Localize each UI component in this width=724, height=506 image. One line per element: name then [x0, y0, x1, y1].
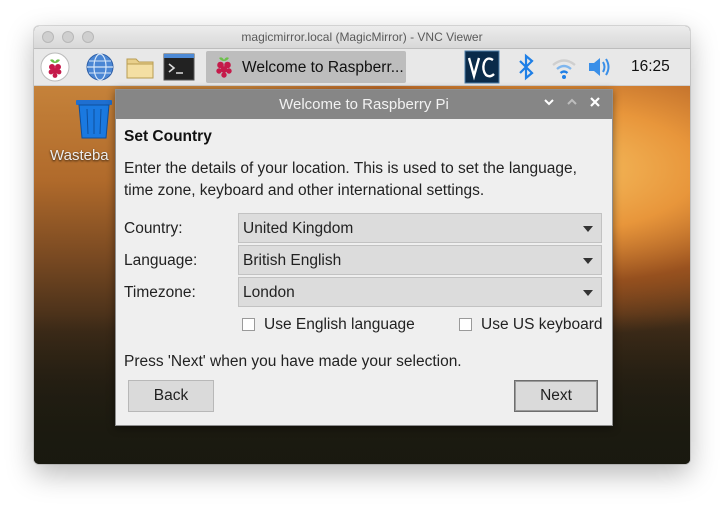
selection-hint: Press 'Next' when you have made your sel… [124, 353, 462, 370]
next-button[interactable]: Next [514, 380, 598, 412]
timezone-value: London [243, 284, 295, 301]
country-label: Country: [124, 220, 183, 237]
raspberry-app-icon [210, 53, 238, 86]
volume-icon[interactable] [586, 52, 614, 82]
use-us-keyboard-checkbox[interactable]: Use US keyboard [459, 316, 605, 336]
wifi-icon[interactable] [550, 52, 578, 82]
dialog-title: Welcome to Raspberry Pi [279, 96, 449, 113]
web-browser-icon[interactable] [84, 52, 116, 82]
chevron-up-icon[interactable] [563, 95, 581, 113]
timezone-select[interactable]: London [238, 277, 602, 307]
use-us-keyboard-label[interactable]: Use US keyboard [481, 316, 602, 334]
dropdown-arrow-icon [583, 258, 593, 264]
page-title: Set Country [124, 128, 212, 145]
close-icon[interactable] [586, 95, 604, 113]
clock[interactable]: 16:25 [631, 58, 670, 76]
vnc-titlebar[interactable]: magicmirror.local (MagicMirror) - VNC Vi… [34, 26, 690, 49]
dialog-titlebar[interactable]: Welcome to Raspberry Pi [116, 90, 612, 119]
bluetooth-icon[interactable] [516, 52, 536, 82]
use-english-checkbox-box[interactable] [242, 318, 255, 331]
chevron-down-icon[interactable] [540, 95, 558, 113]
language-select[interactable]: British English [238, 245, 602, 275]
welcome-dialog: Welcome to Raspberry Pi Set Country Ente… [115, 89, 613, 426]
vnc-window-title: magicmirror.local (MagicMirror) - VNC Vi… [241, 30, 483, 44]
wastebasket-icon[interactable] [74, 98, 114, 140]
vnc-server-icon[interactable] [464, 50, 500, 84]
country-select[interactable]: United Kingdom [238, 213, 602, 243]
use-english-checkbox[interactable]: Use English language [242, 316, 422, 336]
dropdown-arrow-icon [583, 226, 593, 232]
language-value: British English [243, 252, 342, 269]
file-manager-icon[interactable] [124, 52, 156, 82]
taskbar-task-welcome[interactable]: Welcome to Raspberr... [206, 51, 406, 83]
use-us-keyboard-checkbox-box[interactable] [459, 318, 472, 331]
terminal-icon[interactable] [163, 52, 195, 82]
country-value: United Kingdom [243, 220, 354, 237]
dialog-description: Enter the details of your location. This… [124, 160, 577, 199]
wastebasket-label[interactable]: Wasteba [50, 147, 109, 164]
language-label: Language: [124, 252, 198, 269]
timezone-label: Timezone: [124, 284, 196, 301]
taskbar: Welcome to Raspberr... 16:25 [34, 49, 690, 86]
dropdown-arrow-icon [583, 290, 593, 296]
use-english-label[interactable]: Use English language [264, 316, 415, 334]
raspberry-menu-icon[interactable] [40, 52, 70, 82]
back-button[interactable]: Back [128, 380, 214, 412]
taskbar-task-label: Welcome to Raspberr... [242, 59, 404, 76]
